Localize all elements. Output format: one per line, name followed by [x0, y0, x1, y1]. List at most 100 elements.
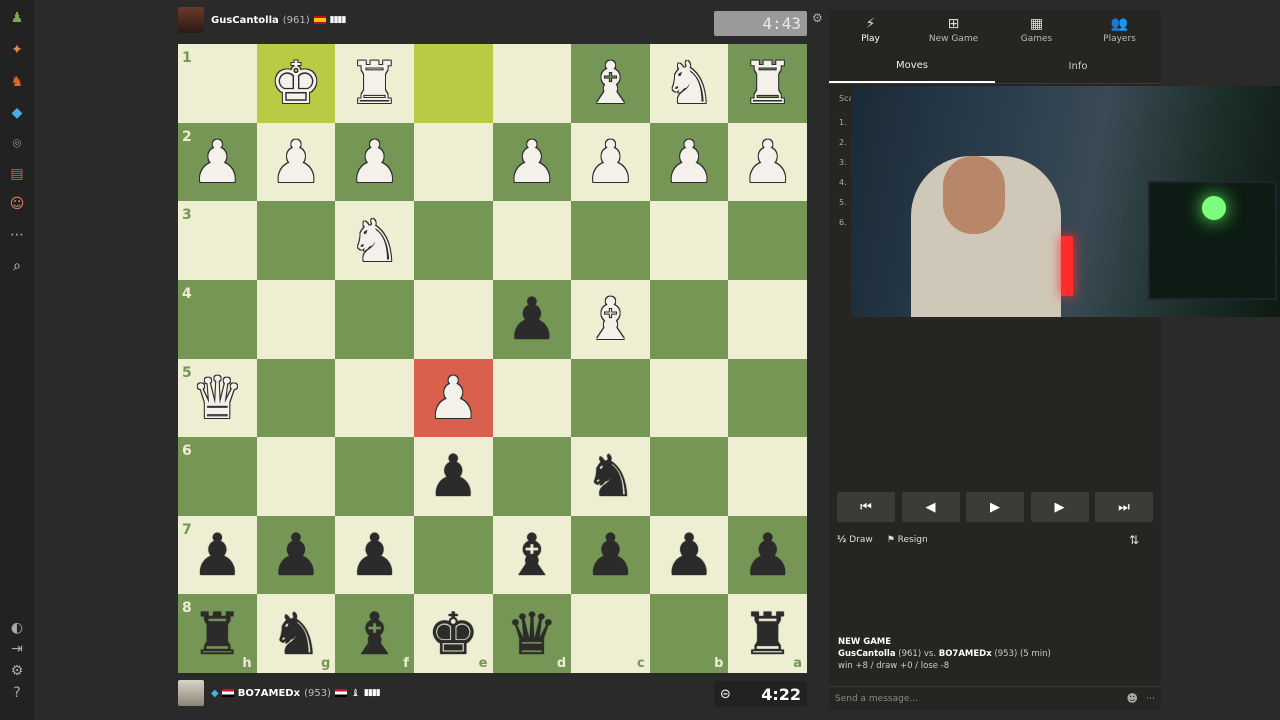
square-h3[interactable]: 3 [178, 201, 257, 280]
nav-play[interactable]: ⚡ Play [829, 10, 912, 50]
white-king-icon[interactable]: ♚ [270, 54, 322, 112]
white-pawn-icon[interactable]: ♟ [506, 133, 558, 191]
white-bishop-icon[interactable]: ♝ [584, 54, 636, 112]
square-h1[interactable]: 1 [178, 44, 257, 123]
square-a5[interactable] [728, 358, 807, 438]
square-e5[interactable]: ♟ [413, 358, 493, 438]
emoji-icon[interactable]: ☻ [1127, 692, 1138, 705]
lessons-icon[interactable]: ♞ [7, 72, 27, 92]
black-king-icon[interactable]: ♚ [427, 605, 479, 663]
nav-players[interactable]: 👥 Players [1078, 10, 1161, 50]
news-icon[interactable]: ▤ [7, 164, 27, 184]
black-pawn-icon[interactable]: ♟ [506, 290, 558, 348]
square-e8[interactable]: e ♚ [413, 594, 493, 673]
black-pawn-icon[interactable]: ♟ [349, 526, 401, 584]
black-bishop-icon[interactable]: ♝ [349, 605, 401, 663]
black-bishop-icon[interactable]: ♝ [506, 526, 558, 584]
previous-move-button[interactable]: ◀ [901, 492, 960, 522]
white-knight-icon[interactable]: ♞ [663, 54, 715, 112]
binoculars-icon[interactable]: ⌾ [7, 134, 27, 154]
black-rook-icon[interactable]: ♜ [742, 605, 794, 663]
nav-games[interactable]: ▦ Games [995, 10, 1078, 50]
flip-board-icon[interactable]: ⇅ [1129, 533, 1139, 547]
black-pawn-icon[interactable]: ♟ [742, 526, 794, 584]
black-knight-icon[interactable]: ♞ [270, 605, 322, 663]
white-pawn-icon[interactable]: ♟ [584, 133, 636, 191]
help-icon[interactable]: ? [7, 683, 27, 703]
square-e4[interactable] [413, 279, 493, 359]
collapse-icon[interactable]: ⇥ [7, 639, 27, 659]
square-g3[interactable] [256, 201, 336, 280]
square-b1[interactable]: ♞ [649, 44, 729, 123]
white-pawn-icon[interactable]: ♟ [270, 133, 322, 191]
square-b2[interactable]: ♟ [649, 122, 729, 202]
more-icon[interactable]: ⋯ [7, 225, 27, 245]
square-d1[interactable] [492, 44, 572, 123]
square-b8[interactable]: b [649, 594, 729, 673]
square-c7[interactable]: ♟ [571, 515, 650, 595]
nav-new-game[interactable]: ⊞ New Game [912, 10, 995, 50]
black-pawn-icon[interactable]: ♟ [584, 526, 636, 584]
black-rook-icon[interactable]: ♜ [191, 605, 243, 663]
square-a4[interactable] [728, 279, 807, 359]
square-d2[interactable]: ♟ [492, 122, 572, 202]
square-d5[interactable] [492, 358, 572, 438]
square-e3[interactable] [413, 201, 493, 280]
square-h6[interactable]: 6 [178, 437, 257, 516]
square-d4[interactable]: ♟ [492, 279, 572, 359]
square-h2[interactable]: 2 ♟ [178, 122, 257, 202]
black-pawn-icon[interactable]: ♟ [270, 526, 322, 584]
white-knight-icon[interactable]: ♞ [349, 212, 401, 270]
square-b7[interactable]: ♟ [649, 515, 729, 595]
square-d7[interactable]: ♝ [492, 515, 572, 595]
square-g8[interactable]: g ♞ [256, 594, 336, 673]
chat-player-2[interactable]: BO7AMEDx [939, 649, 992, 659]
white-pawn-icon[interactable]: ♟ [663, 133, 715, 191]
square-a7[interactable]: ♟ [728, 515, 807, 595]
square-c6[interactable]: ♞ [571, 437, 650, 516]
square-f5[interactable] [335, 358, 414, 438]
square-h4[interactable]: 4 [178, 279, 257, 359]
square-g6[interactable] [256, 437, 336, 516]
white-rook-icon[interactable]: ♜ [742, 54, 794, 112]
resign-button[interactable]: ⚑ Resign [887, 535, 928, 545]
black-pawn-icon[interactable]: ♟ [427, 447, 479, 505]
puzzle-icon[interactable]: ✦ [7, 40, 27, 60]
square-c5[interactable] [571, 358, 650, 438]
square-g2[interactable]: ♟ [256, 122, 336, 202]
chat-input[interactable]: Send a message... ☻ ⋯ [829, 686, 1161, 710]
square-c8[interactable]: c [571, 594, 650, 673]
tab-info[interactable]: Info [995, 50, 1161, 83]
square-g4[interactable] [256, 279, 336, 359]
square-b4[interactable] [649, 279, 729, 359]
chat-player-1[interactable]: GusCantolla [838, 649, 896, 659]
theme-icon[interactable]: ◐ [7, 618, 27, 638]
white-pawn-icon[interactable]: ♟ [191, 133, 243, 191]
play-button[interactable]: ▶ [966, 492, 1024, 522]
square-c2[interactable]: ♟ [571, 122, 650, 202]
black-knight-icon[interactable]: ♞ [584, 447, 636, 505]
square-a2[interactable]: ♟ [728, 122, 807, 202]
square-f8[interactable]: f ♝ [335, 594, 414, 673]
square-g5[interactable] [256, 358, 336, 438]
square-g7[interactable]: ♟ [256, 515, 336, 595]
last-move-button[interactable]: ⏭ [1095, 492, 1153, 522]
white-pawn-icon[interactable]: ♟ [427, 369, 479, 427]
gear-icon[interactable]: ⚙ [812, 11, 823, 25]
search-icon[interactable]: ⌕ [7, 256, 27, 276]
tab-moves[interactable]: Moves [829, 50, 995, 83]
square-f4[interactable] [335, 279, 414, 359]
white-bishop-icon[interactable]: ♝ [584, 290, 636, 348]
square-d6[interactable] [492, 437, 572, 516]
pawn-icon[interactable]: ♟ [7, 8, 27, 28]
bottom-player-avatar[interactable] [178, 680, 204, 706]
square-f3[interactable]: ♞ [335, 201, 414, 280]
settings-icon[interactable]: ⚙ [7, 661, 27, 681]
top-player-name[interactable]: GusCantolla [211, 15, 279, 26]
square-e7[interactable] [413, 515, 493, 595]
community-icon[interactable]: ☺ [7, 194, 27, 214]
draw-button[interactable]: ½ Draw [837, 535, 873, 545]
square-f2[interactable]: ♟ [335, 122, 414, 202]
square-h7[interactable]: 7 ♟ [178, 515, 257, 595]
square-b6[interactable] [649, 437, 729, 516]
